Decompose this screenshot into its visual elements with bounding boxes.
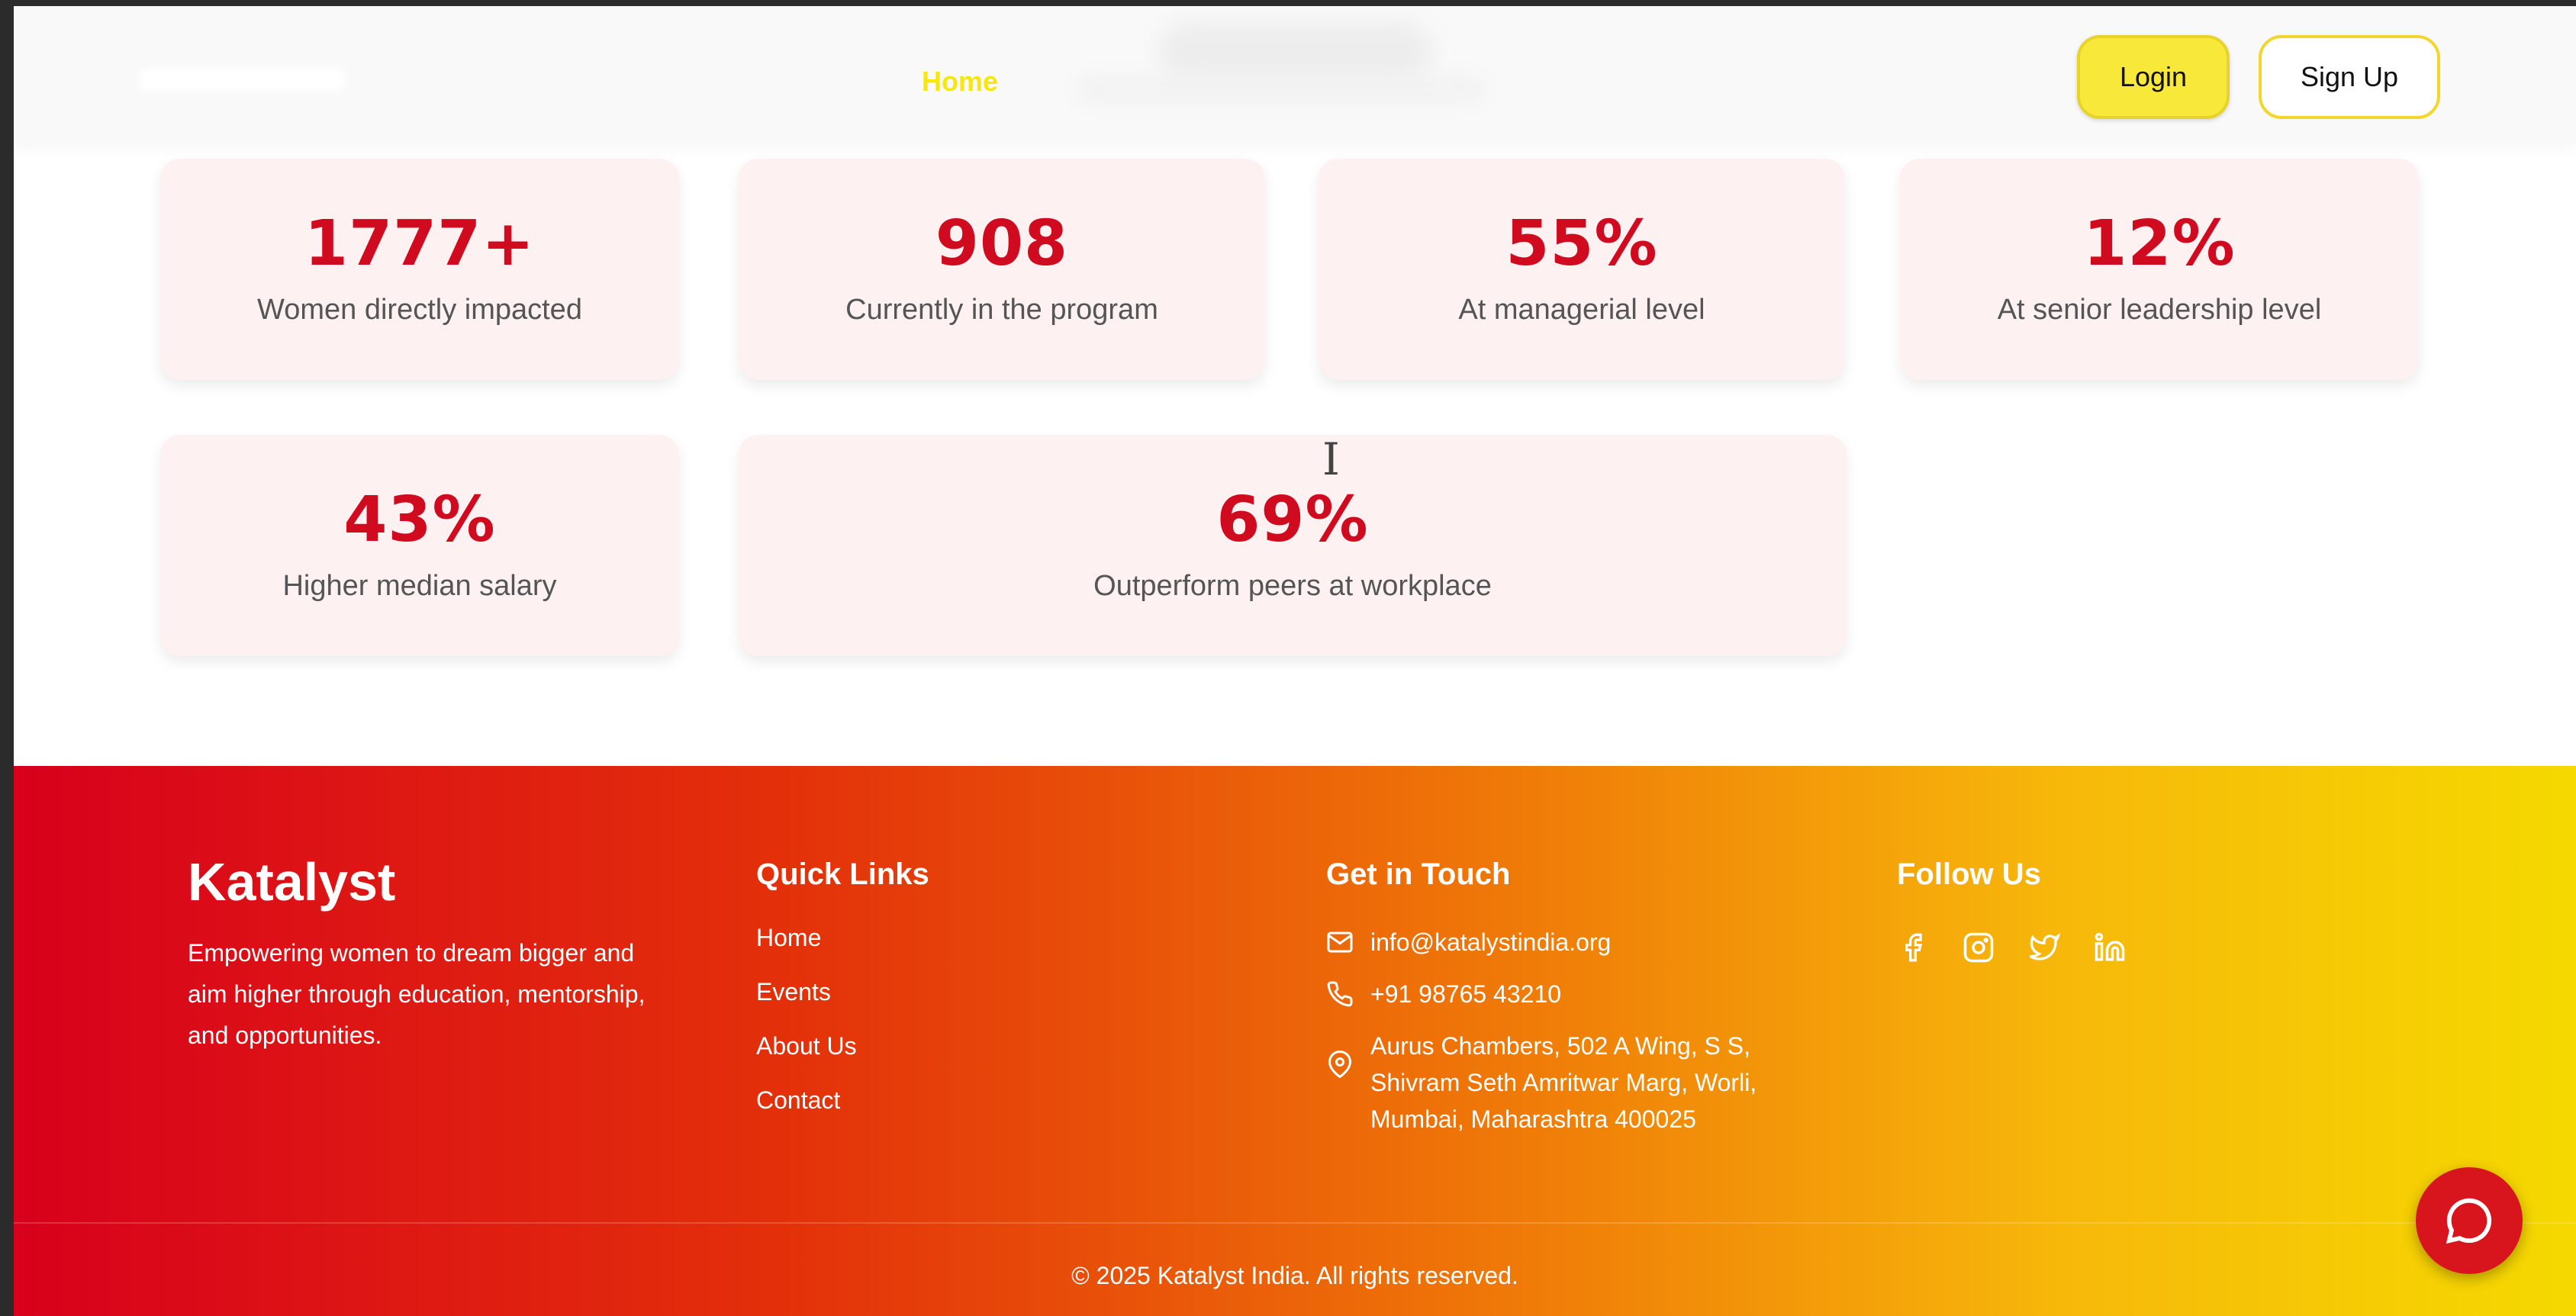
page: Home Login Sign Up 1777+ Women directly … (14, 6, 2576, 1316)
stat-value: 69% (1216, 484, 1369, 556)
contact-address-row: Aurus Chambers, 502 A Wing, S S, Shivram… (1326, 1028, 1767, 1137)
footer-brand-name: Katalyst (188, 852, 396, 912)
contact-address: Aurus Chambers, 502 A Wing, S S, Shivram… (1370, 1032, 1757, 1133)
stat-label: Outperform peers at workplace (1093, 570, 1492, 602)
stat-label: Higher median salary (282, 570, 557, 602)
phone-icon (1327, 981, 1353, 1007)
stat-card: 1777+ Women directly impacted (160, 159, 679, 380)
stat-card: 69% Outperform peers at workplace (739, 435, 1847, 656)
login-button[interactable]: Login (2077, 35, 2230, 119)
quick-links-list: Home Events About Us Contact (756, 924, 929, 1115)
instagram-icon[interactable] (1963, 931, 1995, 964)
stat-value: 43% (343, 484, 496, 556)
stat-card: 43% Higher median salary (160, 435, 679, 656)
footer-link-about-us[interactable]: About Us (756, 1032, 929, 1060)
footer-copyright: © 2025 Katalyst India. All rights reserv… (1071, 1262, 1518, 1289)
footer-link-events[interactable]: Events (756, 978, 929, 1006)
chat-button[interactable] (2416, 1167, 2523, 1274)
twitter-icon[interactable] (2028, 931, 2060, 964)
stat-value: 1777+ (304, 208, 535, 280)
stat-card: 55% At managerial level (1319, 159, 1845, 380)
linkedin-icon[interactable] (2094, 931, 2126, 964)
footer-brand-description: Empowering women to dream bigger and aim… (188, 939, 646, 1049)
signup-button[interactable]: Sign Up (2259, 35, 2440, 119)
mail-icon (1327, 931, 1353, 953)
contact-phone-row: +91 98765 43210 (1326, 976, 1767, 1012)
nav-blurred-overlay (1158, 21, 1433, 82)
contact-heading: Get in Touch (1326, 857, 1511, 891)
stat-card: 12% At senior leadership level (1900, 159, 2419, 380)
site-header: Home Login Sign Up (14, 6, 2576, 143)
contact-phone[interactable]: +91 98765 43210 (1370, 976, 1561, 1012)
site-footer: Katalyst Empowering women to dream bigge… (14, 766, 2576, 1316)
footer-link-contact[interactable]: Contact (756, 1086, 929, 1115)
footer-quick-links-column: Quick Links Home Events About Us Contact (756, 857, 929, 1141)
stat-label: At managerial level (1458, 294, 1705, 326)
facebook-icon[interactable] (1897, 931, 1929, 964)
social-links (1897, 931, 2126, 964)
stat-card: 908 Currently in the program (739, 159, 1265, 380)
chat-bubble-icon (2446, 1198, 2492, 1244)
stat-value: 12% (2083, 208, 2236, 280)
contact-email-row: info@katalystindia.org (1326, 924, 1767, 960)
map-pin-icon (1328, 1051, 1352, 1078)
stat-label: Currently in the program (845, 294, 1158, 326)
nav-blurred-overlay-lower (1074, 75, 1486, 105)
follow-us-heading: Follow Us (1897, 857, 2041, 891)
footer-social-column: Follow Us (1897, 857, 2126, 964)
stat-label: At senior leadership level (1997, 294, 2322, 326)
site-logo[interactable] (140, 69, 346, 92)
footer-divider (14, 1222, 2576, 1224)
quick-links-heading: Quick Links (756, 857, 929, 891)
stat-value: 55% (1505, 208, 1658, 280)
footer-link-home[interactable]: Home (756, 924, 929, 952)
contact-email[interactable]: info@katalystindia.org (1370, 924, 1611, 960)
stat-label: Women directly impacted (257, 294, 582, 326)
footer-contact-column: Get in Touch info@katalystindia.org +91 … (1326, 857, 1767, 1137)
nav-link-home[interactable]: Home (922, 66, 998, 98)
stat-value: 908 (935, 208, 1069, 280)
footer-brand-column: Katalyst Empowering women to dream bigge… (188, 852, 676, 1056)
